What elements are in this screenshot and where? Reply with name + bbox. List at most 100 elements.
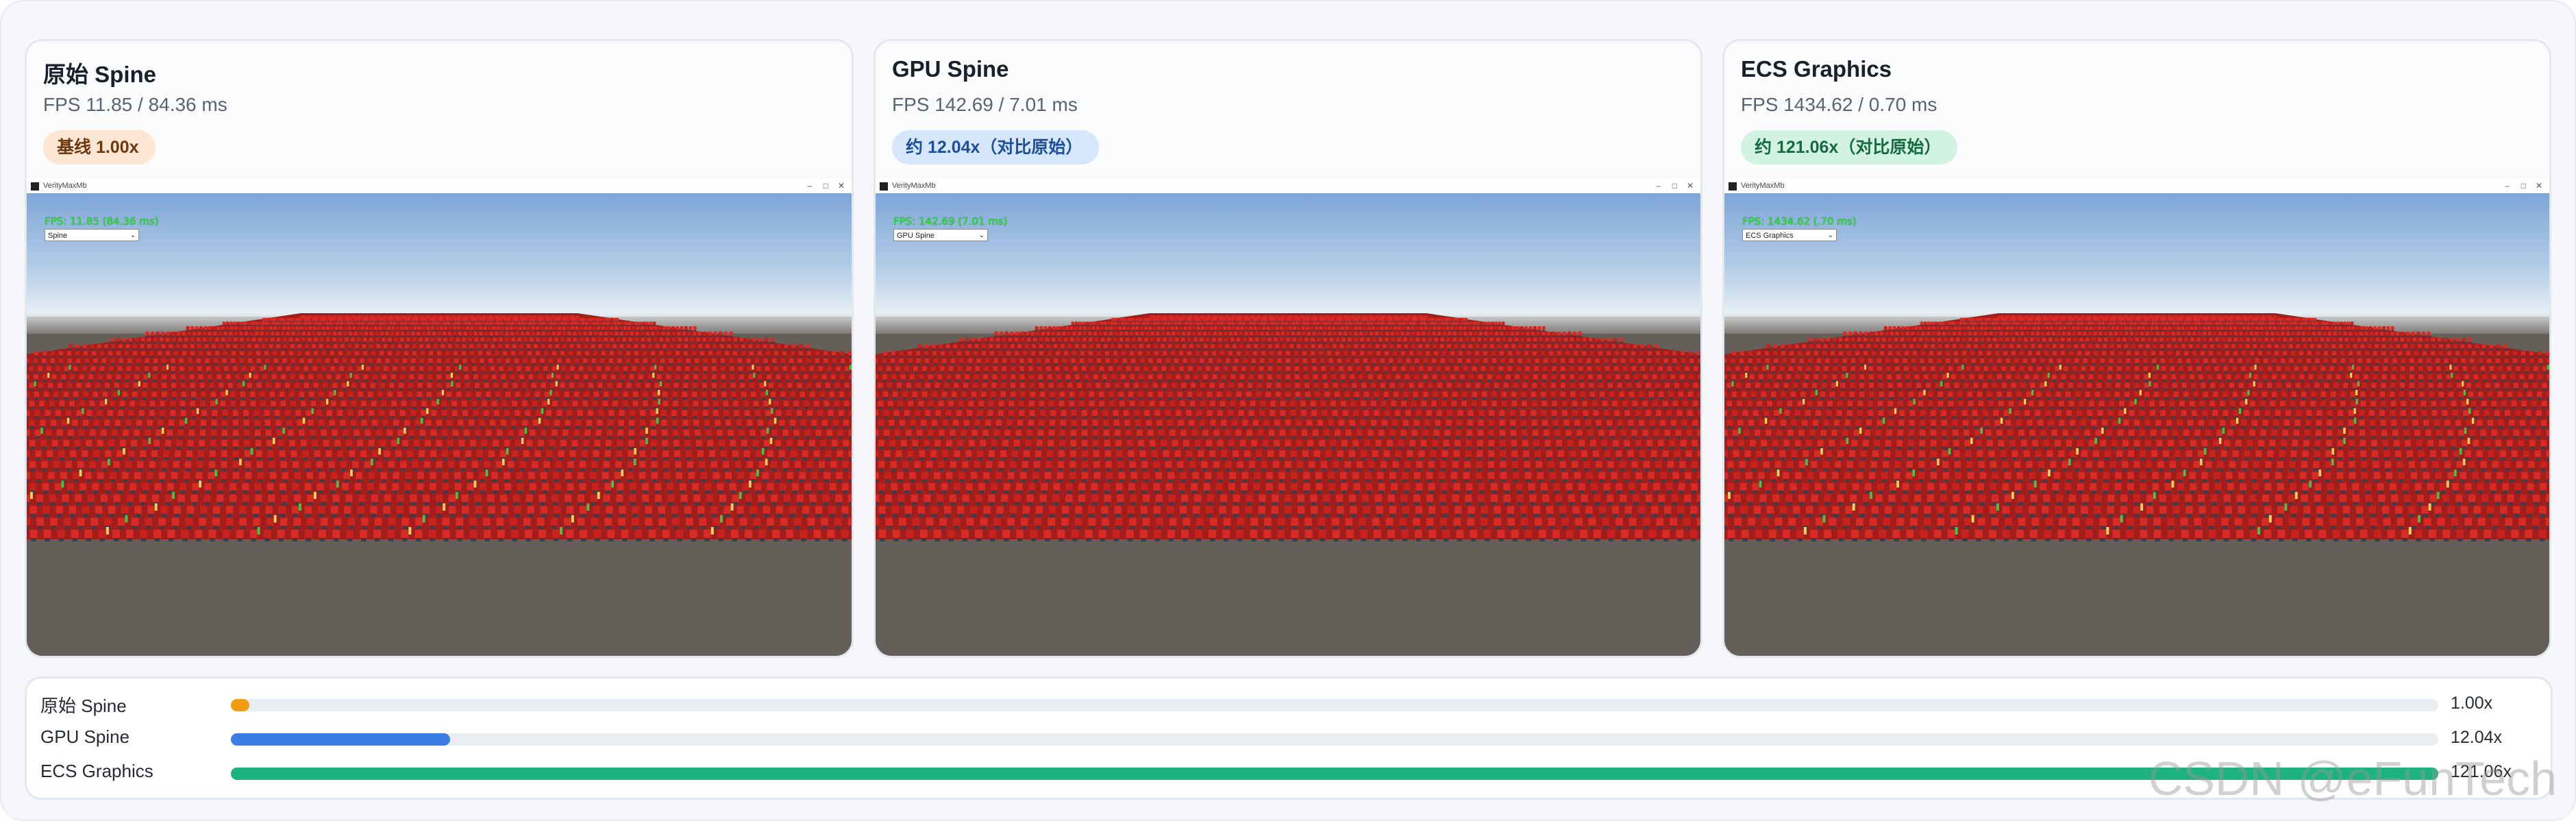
character-legs — [295, 526, 300, 530]
character-body — [386, 430, 393, 437]
character-legs — [189, 436, 194, 439]
character-legs — [850, 436, 852, 439]
character-legs — [405, 330, 408, 332]
character-body — [192, 482, 199, 491]
character-legs — [98, 479, 103, 482]
character-body — [436, 374, 442, 380]
character-legs — [706, 436, 711, 439]
character-body — [702, 391, 707, 397]
effect-mark — [125, 515, 128, 523]
character-body — [521, 317, 525, 321]
character-body — [223, 331, 227, 336]
character-legs — [704, 538, 710, 541]
character-body — [123, 382, 129, 389]
character-body — [116, 450, 123, 458]
render-mode-select[interactable]: Spine ⌄ — [45, 229, 139, 241]
character-body — [104, 419, 110, 426]
character-legs — [396, 330, 399, 332]
character-body — [140, 351, 146, 356]
character-legs — [289, 355, 293, 358]
character-body — [713, 331, 717, 336]
character-body — [560, 337, 565, 342]
character-body — [432, 317, 436, 321]
minimize-icon[interactable]: – — [807, 181, 812, 191]
character-body — [419, 450, 425, 458]
character-body — [622, 337, 627, 342]
character-legs — [685, 513, 691, 517]
character-body — [116, 482, 124, 491]
character-legs — [562, 348, 566, 351]
character-body — [203, 331, 207, 336]
character-legs — [628, 479, 632, 482]
minimize-icon[interactable]: – — [1656, 181, 1661, 191]
effect-mark — [501, 458, 505, 465]
character-body — [218, 331, 223, 336]
character-legs — [630, 335, 634, 338]
character-body — [332, 317, 335, 321]
character-legs — [839, 436, 843, 439]
character-legs — [617, 341, 620, 344]
close-icon[interactable]: ✕ — [1687, 181, 1694, 191]
character-legs — [465, 436, 469, 439]
character-legs — [617, 388, 621, 391]
character-body — [112, 391, 118, 397]
character-body — [325, 358, 330, 363]
character-body — [105, 450, 112, 458]
character-legs — [181, 416, 186, 419]
character-legs — [27, 363, 29, 365]
character-body — [671, 326, 675, 330]
character-body — [455, 374, 460, 380]
character-legs — [583, 406, 587, 409]
character-body — [58, 358, 64, 363]
character-body — [547, 331, 551, 336]
character-legs — [137, 426, 141, 429]
character-legs — [331, 371, 334, 373]
character-body — [592, 400, 598, 407]
character-body — [765, 366, 770, 371]
character-body — [441, 410, 447, 417]
character-body — [532, 400, 538, 407]
character-legs — [401, 335, 404, 338]
maximize-icon[interactable]: □ — [1672, 181, 1677, 191]
character-body — [549, 439, 556, 447]
character-body — [70, 450, 77, 458]
character-body — [442, 482, 449, 491]
character-body — [692, 410, 698, 417]
character-legs — [596, 436, 601, 439]
character-legs — [643, 355, 647, 358]
character-body — [260, 391, 265, 397]
character-body — [605, 366, 610, 371]
character-body — [818, 461, 826, 468]
character-body — [234, 326, 238, 330]
character-legs — [391, 335, 394, 338]
character-body — [282, 471, 289, 480]
character-body — [308, 321, 311, 326]
character-body — [197, 331, 201, 336]
character-legs — [283, 341, 286, 344]
character-legs — [478, 355, 482, 358]
character-legs — [673, 426, 677, 429]
character-body — [549, 326, 553, 330]
character-legs — [498, 538, 504, 541]
character-legs — [768, 490, 773, 494]
character-body — [604, 337, 608, 342]
character-legs — [246, 341, 249, 344]
character-body — [170, 400, 175, 407]
character-body — [683, 430, 690, 437]
character-legs — [319, 348, 323, 351]
character-legs — [807, 355, 811, 358]
character-legs — [221, 341, 225, 344]
character-body — [748, 374, 754, 380]
character-legs — [629, 446, 634, 450]
character-legs — [384, 457, 389, 461]
character-legs — [186, 330, 189, 332]
character-body — [243, 410, 249, 417]
character-body — [475, 506, 482, 514]
character-legs — [230, 502, 236, 506]
close-icon[interactable]: ✕ — [838, 181, 845, 191]
character-body — [540, 471, 547, 480]
character-body — [134, 337, 139, 342]
maximize-icon[interactable]: □ — [823, 181, 828, 191]
character-body — [318, 419, 325, 426]
character-legs — [197, 467, 203, 471]
